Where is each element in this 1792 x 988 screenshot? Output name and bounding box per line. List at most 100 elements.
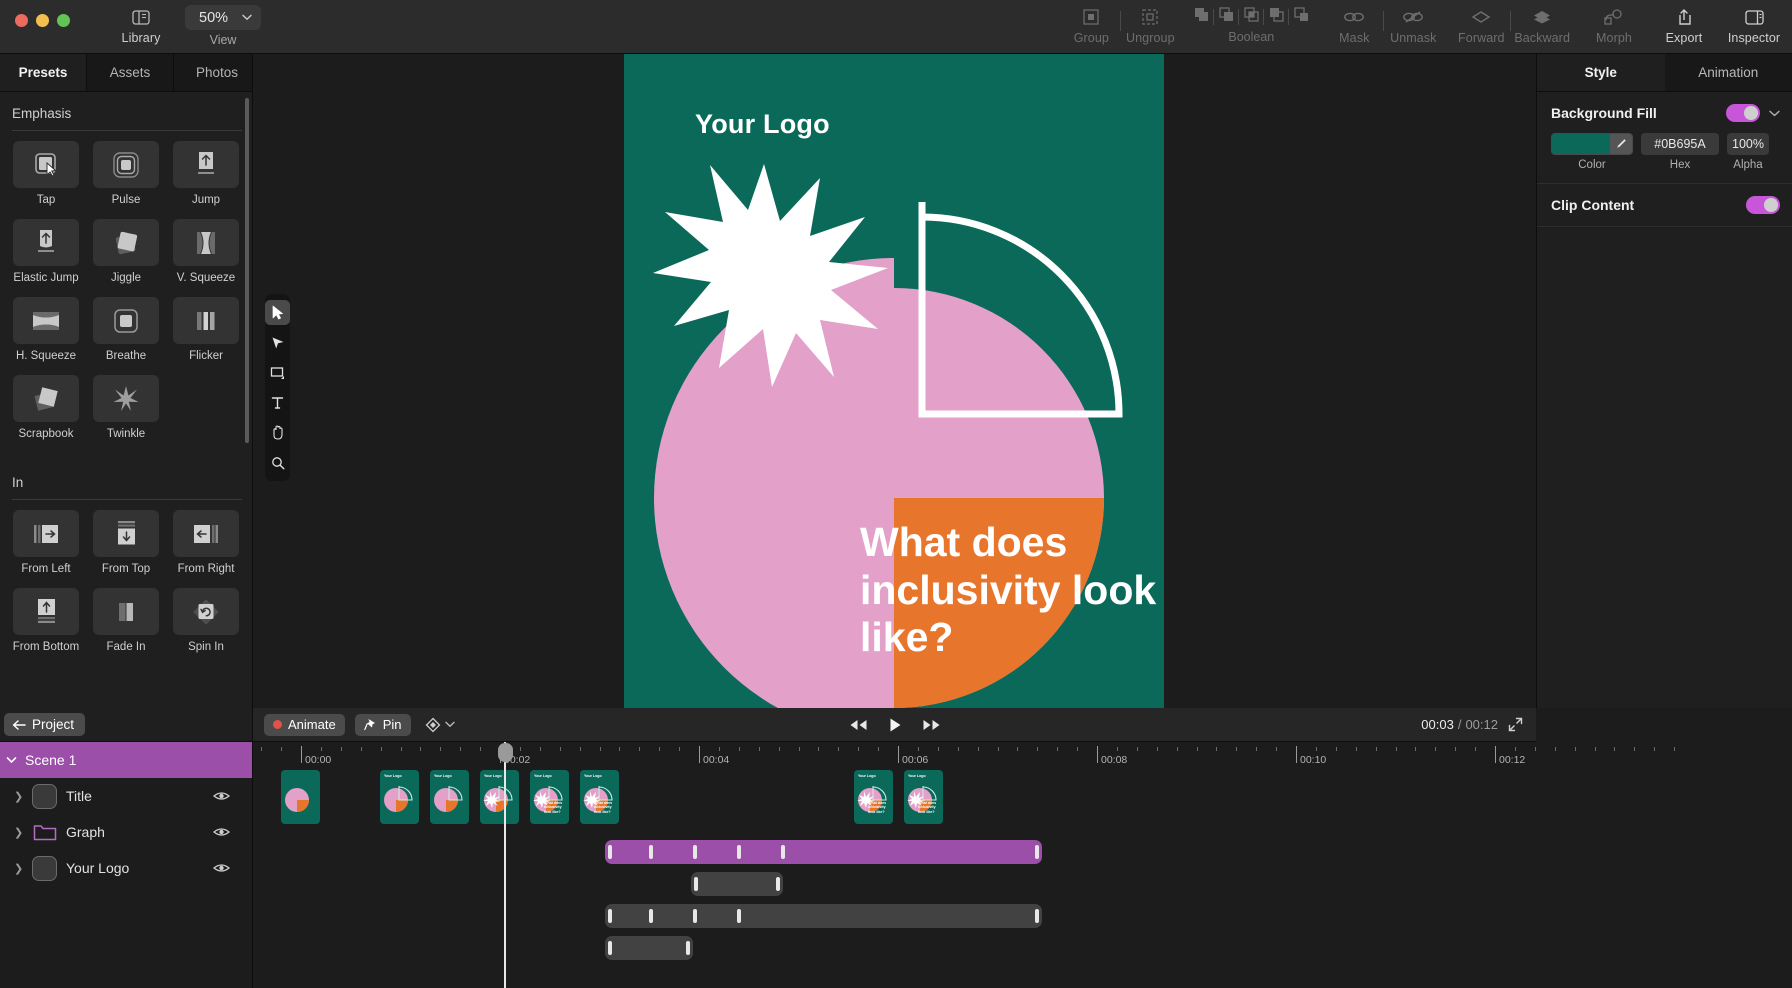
preset-from-top[interactable]: From Top	[86, 510, 166, 575]
clip-right-handle[interactable]	[776, 877, 780, 891]
timeline-thumbnail[interactable]: Your LogoWhat does inclusivity look like…	[530, 770, 569, 824]
keyframe-marker[interactable]	[693, 845, 697, 859]
tab-animation[interactable]: Animation	[1665, 54, 1792, 91]
presets-scrollbar[interactable]	[245, 98, 249, 443]
canvas-area[interactable]: Your Logo What does inclusivity look lik…	[253, 54, 1536, 708]
preset-elastic-jump[interactable]: Elastic Jump	[6, 219, 86, 284]
layer-row-scene[interactable]: Scene 1	[0, 742, 252, 778]
inspector-button[interactable]: Inspector	[1722, 0, 1786, 45]
tab-assets[interactable]: Assets	[87, 54, 174, 91]
timeline-clip[interactable]	[605, 904, 1042, 928]
rectangle-shape-tool[interactable]	[265, 360, 290, 385]
layer-row-graph[interactable]: ❯ Graph	[0, 814, 252, 850]
chevron-down-icon[interactable]	[1769, 110, 1780, 117]
preset-spin-in[interactable]: Spin In	[166, 588, 246, 653]
preset-from-left[interactable]: From Left	[6, 510, 86, 575]
alpha-field[interactable]: 100% Alpha	[1727, 133, 1769, 171]
preset-twinkle[interactable]: Twinkle	[86, 375, 166, 440]
timeline-clip[interactable]	[605, 840, 1042, 864]
playhead-handle[interactable]	[498, 743, 513, 762]
boolean-union-button[interactable]	[1192, 5, 1210, 28]
keyframe-marker[interactable]	[693, 909, 697, 923]
eyedropper-icon[interactable]	[1610, 134, 1632, 154]
timeline-thumbnail[interactable]: Your LogoWhat does inclusivity look like…	[904, 770, 943, 824]
timeline-track[interactable]	[253, 872, 1792, 896]
timeline-track[interactable]	[253, 840, 1792, 864]
timeline-thumbnail[interactable]	[281, 770, 320, 824]
preset-v-squeeze[interactable]: V. Squeeze	[166, 219, 246, 284]
maximize-window-button[interactable]	[57, 14, 70, 27]
chevron-right-icon[interactable]: ❯	[14, 862, 23, 875]
preset-fade-in[interactable]: Fade In	[86, 588, 166, 653]
chevron-right-icon[interactable]: ❯	[14, 826, 23, 839]
backward-button[interactable]: Backward	[1514, 0, 1570, 45]
morph-button[interactable]: Morph	[1588, 0, 1640, 45]
preset-h-squeeze[interactable]: H. Squeeze	[6, 297, 86, 362]
preset-flicker[interactable]: Flicker	[166, 297, 246, 362]
library-button[interactable]: Library	[115, 0, 167, 45]
background-fill-toggle[interactable]	[1726, 104, 1760, 122]
pen-path-tool[interactable]	[265, 330, 290, 355]
preset-pulse[interactable]: Pulse	[86, 141, 166, 206]
timeline-thumbnail[interactable]: Your Logo	[380, 770, 419, 824]
artboard-headline-text[interactable]: What does inclusivity look like?	[860, 519, 1160, 662]
clip-left-handle[interactable]	[608, 909, 612, 923]
timeline-ruler[interactable]: 00:0000:0200:0400:0600:0800:1000:12	[253, 742, 1792, 766]
hex-input[interactable]: #0B695A	[1641, 133, 1719, 155]
hex-field[interactable]: #0B695A Hex	[1641, 133, 1719, 171]
tab-style[interactable]: Style	[1537, 54, 1665, 91]
hand-pan-tool[interactable]	[265, 420, 290, 445]
preset-breathe[interactable]: Breathe	[86, 297, 166, 362]
timeline-clip[interactable]	[691, 872, 783, 896]
zoom-magnifier-tool[interactable]	[265, 450, 290, 475]
view-control[interactable]: 50% View	[185, 0, 261, 47]
color-swatch[interactable]	[1551, 133, 1633, 155]
group-button[interactable]: Group	[1065, 0, 1117, 45]
timeline-thumbnail[interactable]: Your LogoWhat does inclusivity look like…	[854, 770, 893, 824]
presets-scroll-area[interactable]: Emphasis Tap Pulse Jump Elastic Jum	[0, 92, 252, 708]
clip-left-handle[interactable]	[608, 845, 612, 859]
unmask-button[interactable]: Unmask	[1387, 0, 1439, 45]
layer-row-your-logo[interactable]: ❯ Your Logo	[0, 850, 252, 886]
boolean-subtract-button[interactable]	[1217, 5, 1235, 28]
minimize-window-button[interactable]	[36, 14, 49, 27]
back-to-project-button[interactable]: Project	[4, 713, 85, 736]
chevron-right-icon[interactable]: ❯	[14, 790, 23, 803]
fullscreen-icon[interactable]	[1508, 717, 1523, 732]
preset-jump[interactable]: Jump	[166, 141, 246, 206]
boolean-intersect-button[interactable]	[1242, 5, 1260, 28]
preset-scrapbook[interactable]: Scrapbook	[6, 375, 86, 440]
keyframe-marker[interactable]	[781, 845, 785, 859]
keyframe-marker[interactable]	[649, 845, 653, 859]
timeline-thumbnail[interactable]: Your Logo	[480, 770, 519, 824]
close-window-button[interactable]	[15, 14, 28, 27]
tab-photos[interactable]: Photos	[174, 54, 253, 91]
clip-left-handle[interactable]	[694, 877, 698, 891]
clip-content-toggle[interactable]	[1746, 196, 1780, 214]
timeline-track[interactable]	[253, 936, 1792, 960]
boolean-exclude-button[interactable]	[1292, 5, 1310, 28]
boolean-difference-button[interactable]	[1267, 5, 1285, 28]
text-tool[interactable]	[265, 390, 290, 415]
keyframe-marker[interactable]	[649, 909, 653, 923]
preset-jiggle[interactable]: Jiggle	[86, 219, 166, 284]
preset-tap[interactable]: Tap	[6, 141, 86, 206]
forward-button[interactable]: Forward	[1455, 0, 1507, 45]
layer-row-title[interactable]: ❯ Title	[0, 778, 252, 814]
keyframe-marker[interactable]	[737, 845, 741, 859]
alpha-input[interactable]: 100%	[1727, 133, 1769, 155]
zoom-select[interactable]: 50%	[185, 5, 261, 30]
animate-button[interactable]: Animate	[264, 714, 345, 736]
tab-presets[interactable]: Presets	[0, 54, 87, 91]
export-button[interactable]: Export	[1658, 0, 1710, 45]
eye-icon[interactable]	[213, 861, 230, 877]
timeline-thumbnail[interactable]: Your LogoWhat does inclusivity look like…	[580, 770, 619, 824]
eye-icon[interactable]	[213, 789, 230, 805]
color-field[interactable]: Color	[1551, 133, 1633, 171]
select-arrow-tool[interactable]	[265, 300, 290, 325]
timeline-thumbnail[interactable]: Your Logo	[430, 770, 469, 824]
rewind-icon[interactable]	[848, 718, 868, 732]
keyframe-menu-button[interactable]	[425, 717, 455, 733]
play-icon[interactable]	[888, 717, 901, 733]
clip-right-handle[interactable]	[686, 941, 690, 955]
